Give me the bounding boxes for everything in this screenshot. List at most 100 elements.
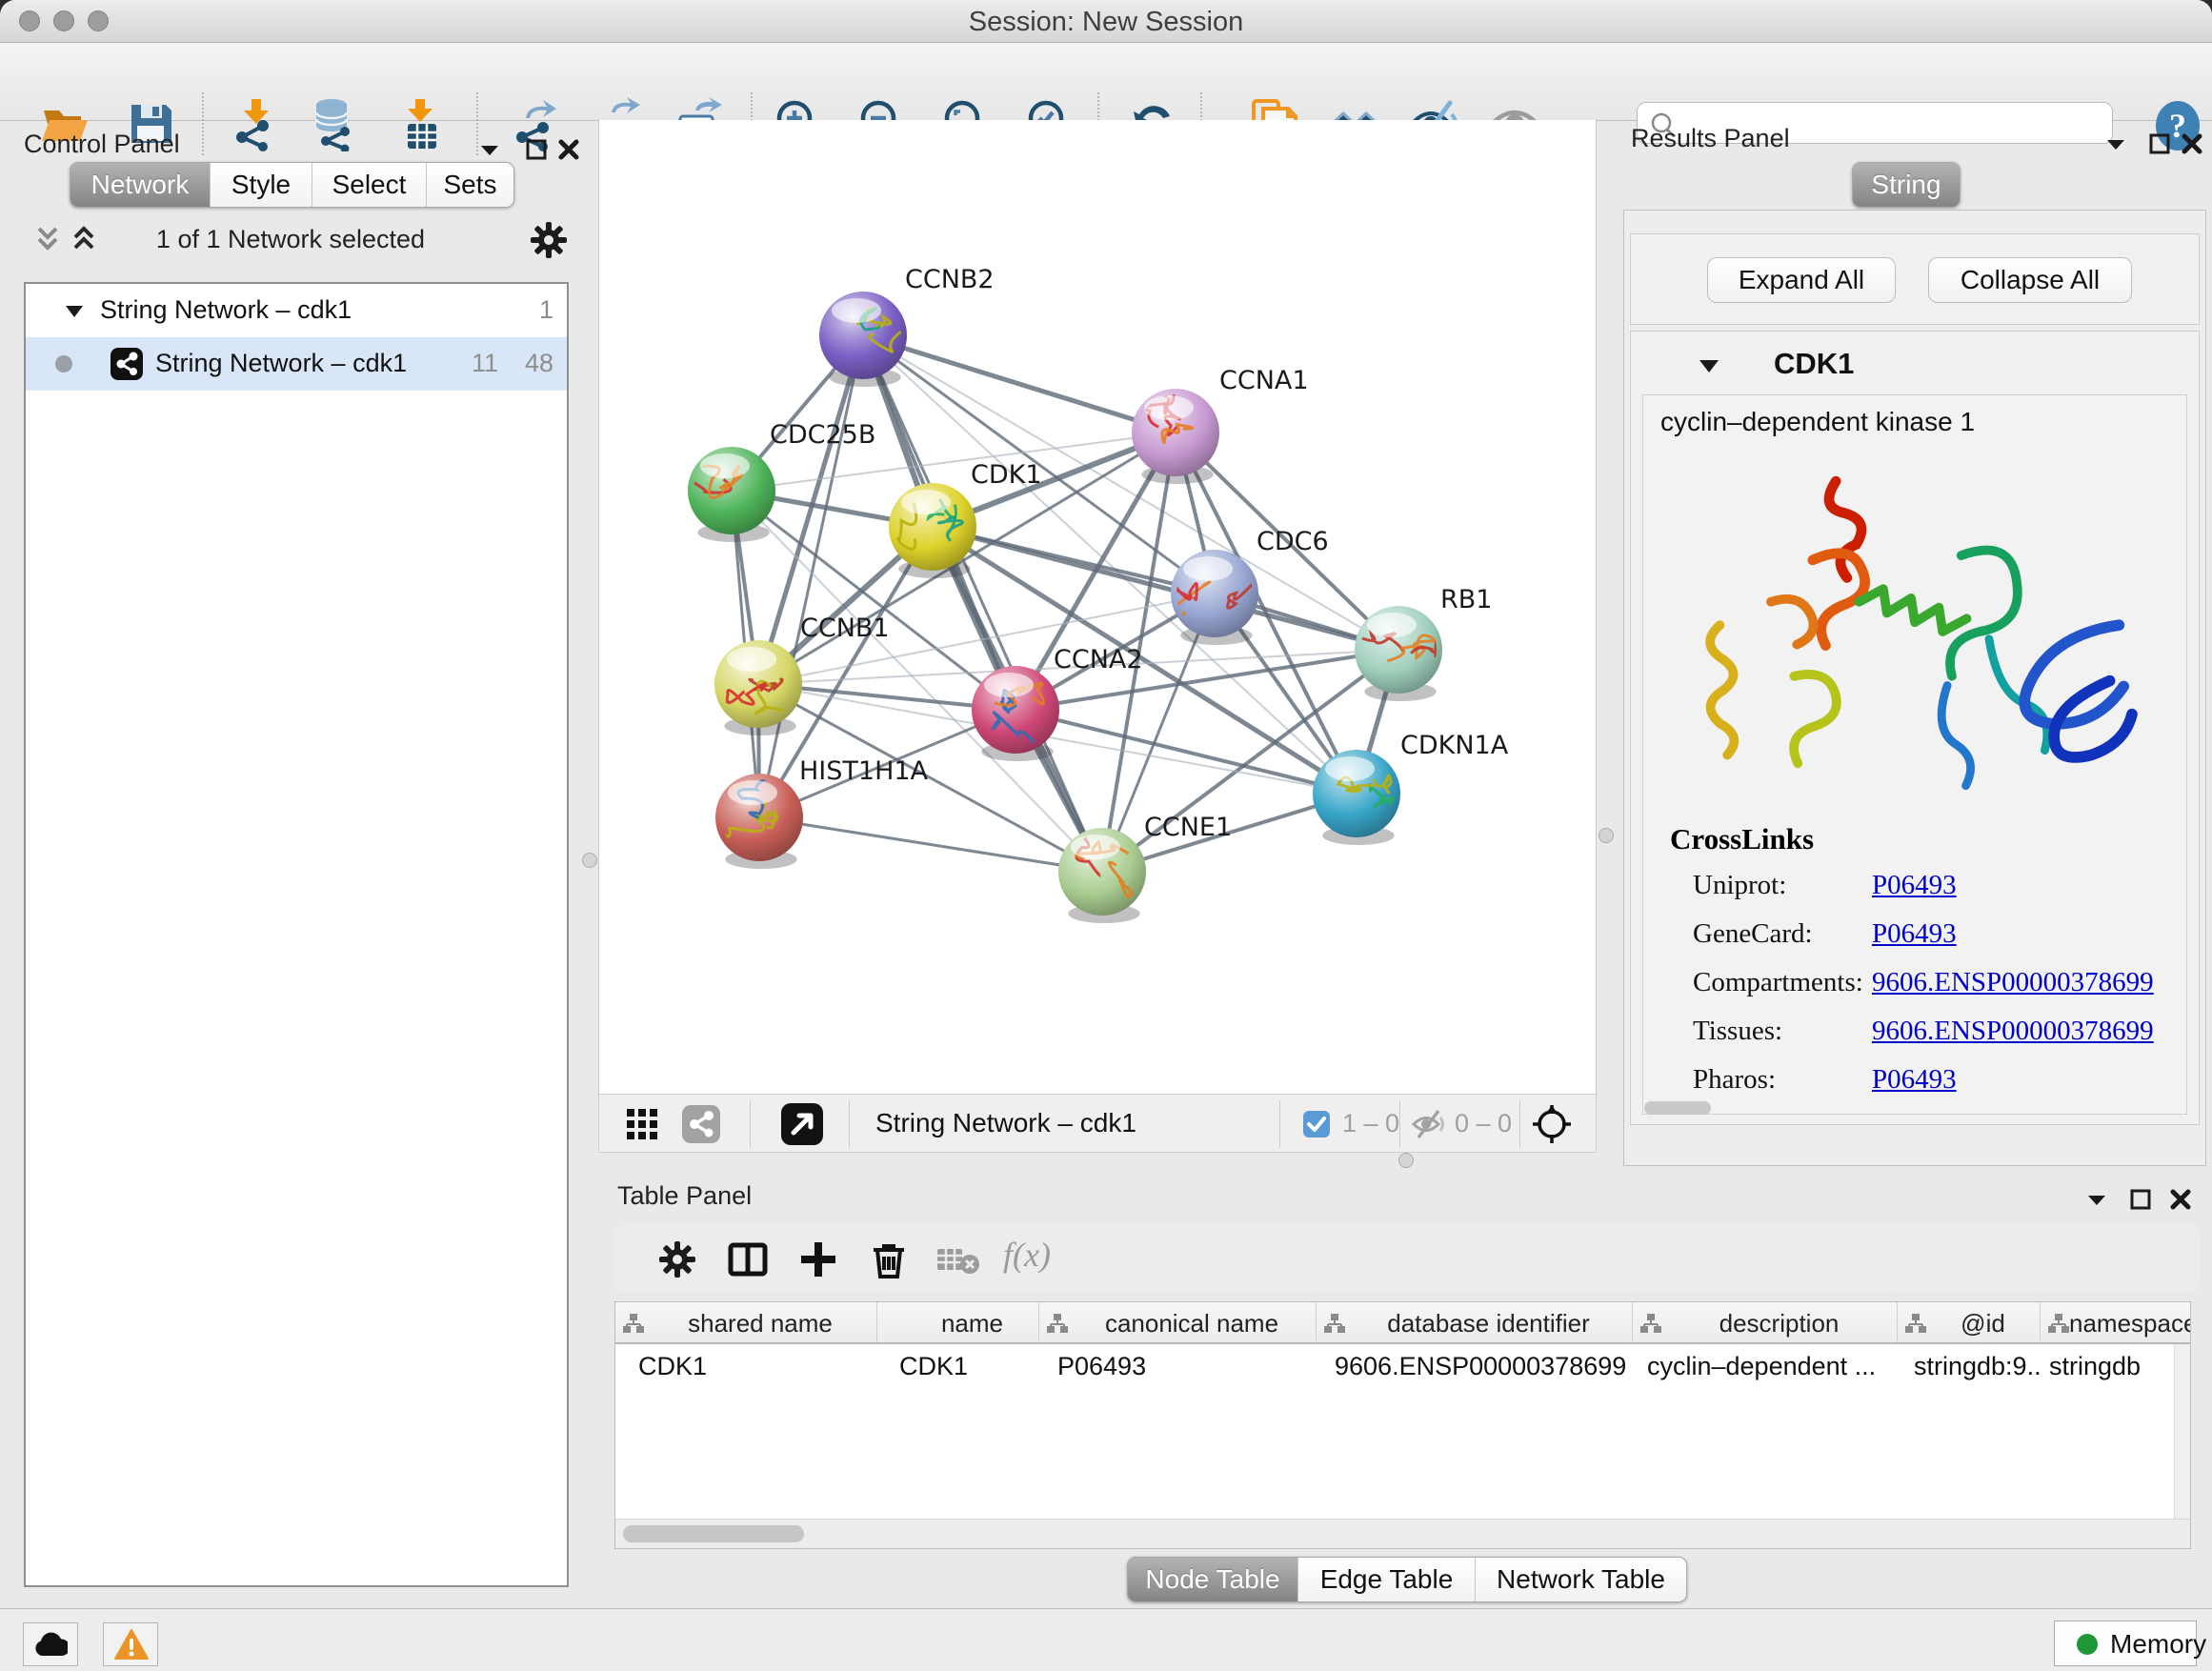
crosslink-link[interactable]: 9606.ENSP00000378699 [1872,967,2154,998]
protein-structure-image[interactable] [1681,449,2148,811]
network-node-CCNA1[interactable]: CCNA1 [1132,366,1309,484]
section-expander-icon[interactable] [1698,356,1720,377]
table-cell[interactable]: stringdb [2040,1344,2192,1388]
left-splitter-handle[interactable] [582,853,597,868]
hidden-counts: 0 – 0 [1455,1109,1512,1138]
collapse-all-networks-icon[interactable] [32,221,63,255]
column-header-description[interactable]: description [1632,1302,1897,1344]
network-view-title: String Network – cdk1 [875,1108,1136,1138]
gene-description: cyclin–dependent kinase 1 [1660,407,1975,437]
node-label: CCNE1 [1144,813,1232,842]
crosslink-label: GeneCard: [1693,918,1813,950]
collection-expander-icon[interactable] [64,301,85,322]
table-options-gear-icon[interactable] [656,1238,698,1280]
network-options-gear-icon[interactable] [528,219,570,261]
panel-float-icon[interactable] [2124,1183,2157,1216]
cloud-icon [33,1631,68,1658]
network-node-HIST1H1A[interactable]: HIST1H1A [714,756,928,869]
table-vertical-scrollbar[interactable] [2174,1344,2190,1520]
tab-style[interactable]: Style [210,163,312,207]
panel-menu-icon[interactable] [2081,1183,2113,1216]
crosslink-label: Tissues: [1693,1016,1782,1047]
table-panel-tabs: Node Table Edge Table Network Table [1127,1557,1687,1602]
network-row[interactable]: String Network – cdk1 11 48 [26,337,567,391]
network-node-CDKN1A[interactable]: CDKN1A [1313,731,1509,845]
panel-menu-icon[interactable] [2100,128,2132,160]
shared-column-icon [2048,1313,2069,1334]
panel-close-icon[interactable] [2164,1183,2197,1216]
column-header--id[interactable]: @id [1897,1302,2040,1344]
column-header-canonical-name[interactable]: canonical name [1038,1302,1316,1344]
tab-edge-table[interactable]: Edge Table [1297,1558,1475,1601]
network-edge[interactable] [863,335,1176,433]
expand-all-button[interactable]: Expand All [1707,257,1896,303]
tab-network-table[interactable]: Network Table [1475,1558,1686,1601]
column-header-label: description [1661,1302,1897,1344]
function-builder-icon: f(x) [1003,1235,1051,1275]
crosslink-link[interactable]: P06493 [1872,870,1957,901]
table-panel: Table Panel f(x) shared namenamecanonica… [598,1168,2212,1599]
panel-close-icon[interactable] [2176,128,2208,160]
shared-column-icon [1324,1313,1345,1334]
column-header-label: name [906,1302,1038,1344]
panel-float-icon[interactable] [520,133,553,166]
table-row: CDK1CDK1P064939606.ENSP00000378699cyclin… [615,1344,2190,1388]
node-label: CCNB1 [800,614,890,643]
panel-menu-icon[interactable] [473,133,506,166]
tab-select[interactable]: Select [312,163,426,207]
tab-node-table[interactable]: Node Table [1128,1558,1297,1601]
network-edge[interactable] [863,335,1102,872]
scrollbar-thumb[interactable] [623,1525,804,1542]
collection-label: String Network – cdk1 [100,295,352,325]
panel-float-icon[interactable] [2143,128,2176,160]
hidden-eye-icon [1411,1108,1445,1140]
table-cell[interactable]: CDK1 [615,1344,876,1388]
network-node-CDC6[interactable]: CDC6 [1164,527,1329,645]
column-header-namespace[interactable]: namespace [2040,1302,2190,1344]
crosslink-link[interactable]: P06493 [1872,1064,1957,1096]
column-header-shared-name[interactable]: shared name [615,1302,876,1344]
horizontal-splitter-handle[interactable] [1398,1153,1414,1168]
results-horizontal-scrollbar[interactable] [1644,1101,1711,1115]
warnings-button[interactable] [103,1622,158,1666]
column-header-database-identifier[interactable]: database identifier [1316,1302,1632,1344]
shared-column-icon [1905,1313,1926,1334]
column-header-name[interactable]: name [876,1302,1038,1344]
open-in-new-window-icon[interactable] [780,1102,824,1146]
network-edge[interactable] [759,335,863,817]
memory-button[interactable]: Memory [2054,1621,2197,1666]
table-horizontal-scrollbar[interactable] [615,1519,2190,1548]
right-splitter-handle[interactable] [1599,828,1614,843]
network-canvas[interactable]: CCNB2CCNA1CDC25BCDK1CDC6RB1CCNB1CCNA2CDK… [598,120,1597,1094]
create-column-icon[interactable] [797,1238,839,1280]
table-cell[interactable]: 9606.ENSP00000378699 [1316,1344,1632,1388]
table-header-row: shared name namecanonical namedatabase id… [615,1302,2190,1344]
network-overview-icon[interactable] [681,1104,721,1144]
results-panel-title: Results Panel [1631,124,1790,153]
expand-all-networks-icon[interactable] [69,221,99,255]
birds-eye-view-icon[interactable] [626,1108,658,1140]
delete-column-icon[interactable] [868,1238,910,1280]
table-cell[interactable]: stringdb:9... [1897,1344,2040,1388]
table-cell[interactable]: CDK1 [876,1344,1038,1388]
crosslink-link[interactable]: P06493 [1872,918,1957,950]
tab-string[interactable]: String [1853,163,1960,207]
fit-selected-crosshair-icon[interactable] [1531,1103,1573,1145]
crosslink-label: Compartments: [1693,967,1863,998]
toolbar-separator [849,1100,850,1148]
crosslink-link[interactable]: 9606.ENSP00000378699 [1872,1016,2154,1047]
network-collection-row[interactable]: String Network – cdk1 1 [26,284,567,337]
show-columns-icon[interactable] [727,1238,769,1280]
toolbar-separator [1519,1100,1520,1148]
network-graph[interactable]: CCNB2CCNA1CDC25BCDK1CDC6RB1CCNB1CCNA2CDK… [599,120,1596,1092]
network-node-RB1[interactable]: RB1 [1353,585,1493,701]
cloud-services-button[interactable] [23,1622,78,1666]
selected-checkbox-icon[interactable] [1302,1110,1331,1138]
tab-sets[interactable]: Sets [426,163,513,207]
node-label: CDKN1A [1400,731,1509,760]
table-cell[interactable]: P06493 [1038,1344,1316,1388]
table-cell[interactable]: cyclin–dependent ... [1632,1344,1897,1388]
tab-network[interactable]: Network [70,163,210,207]
collapse-all-button[interactable]: Collapse All [1928,257,2132,303]
panel-close-icon[interactable] [553,133,585,166]
